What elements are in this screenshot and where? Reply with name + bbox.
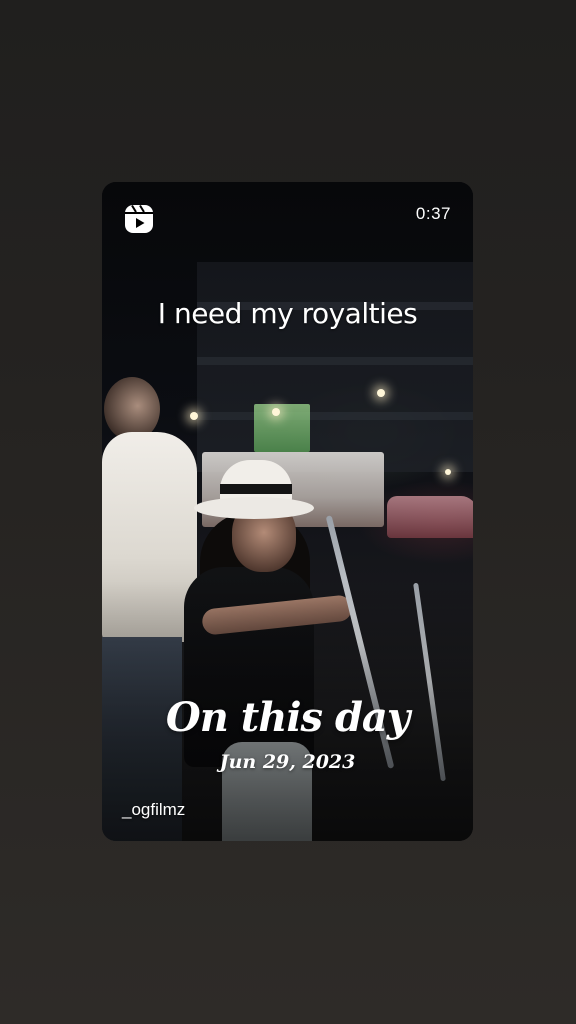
light-spot [445, 469, 451, 475]
light-spot [377, 389, 385, 397]
parked-car [387, 496, 473, 538]
reels-icon[interactable] [123, 203, 155, 235]
background-building [197, 262, 473, 472]
memory-date: Jun 29, 2023 [219, 751, 356, 773]
video-frame [102, 182, 473, 841]
author-username[interactable]: _ogfilmz [122, 800, 185, 820]
reel-preview-card[interactable]: 0:37 I need my royalties On this day Jun… [102, 182, 473, 841]
green-lit-window [254, 404, 310, 452]
memory-title: On this day [165, 694, 410, 741]
light-spot [272, 408, 280, 416]
hat-brim [194, 497, 314, 519]
video-caption: I need my royalties [157, 297, 418, 330]
video-duration: 0:37 [415, 204, 451, 223]
light-spot [190, 412, 198, 420]
hat-band [220, 484, 292, 494]
